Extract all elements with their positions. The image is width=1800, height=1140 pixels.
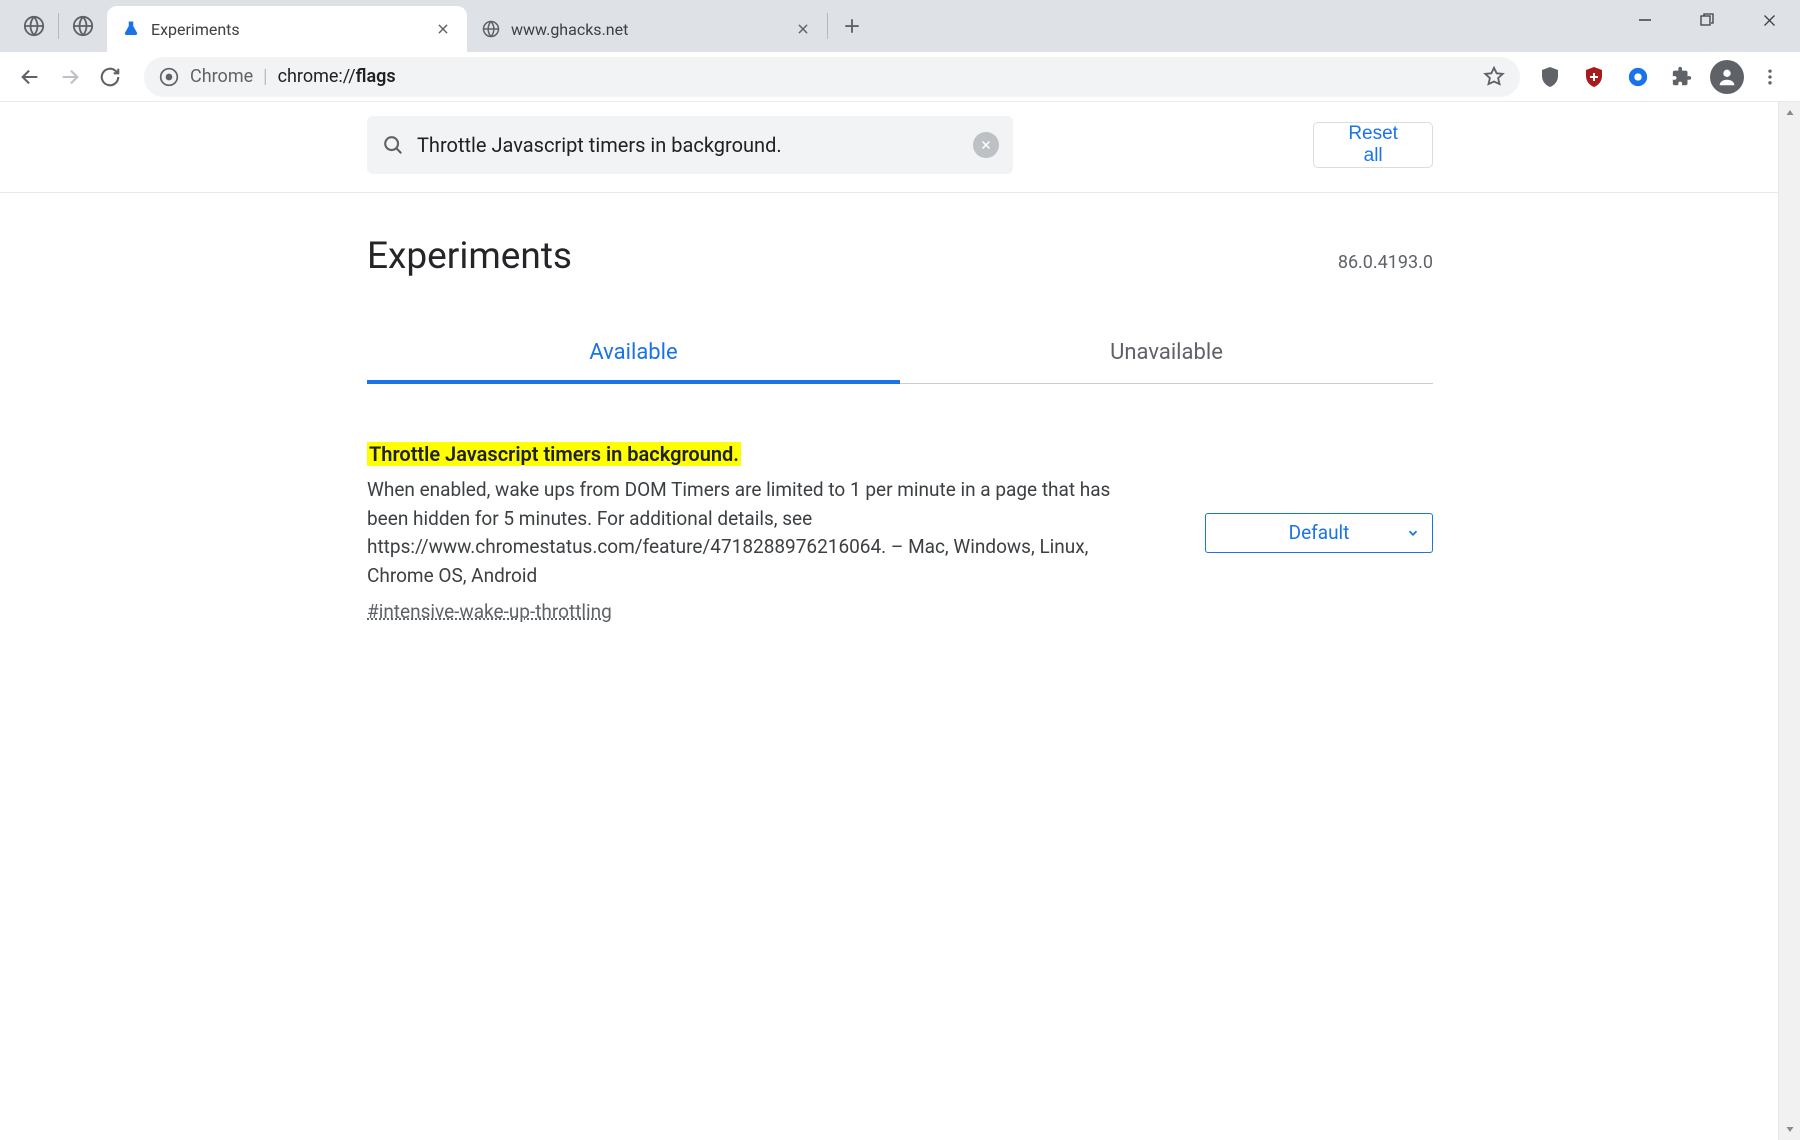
vertical-scrollbar[interactable]	[1778, 102, 1800, 1140]
url-separator: |	[263, 66, 267, 87]
flask-icon	[121, 19, 141, 39]
search-query-text: Throttle Javascript timers in background…	[417, 133, 973, 157]
tab-title: Experiments	[151, 20, 433, 39]
chevron-down-icon	[1406, 526, 1420, 540]
extensions-puzzle-icon[interactable]	[1664, 59, 1700, 95]
bookmark-star-icon[interactable]	[1482, 65, 1506, 89]
tab-title: www.ghacks.net	[511, 20, 793, 39]
url-path-prefix: chrome://	[278, 66, 356, 87]
tab-ghacks[interactable]: www.ghacks.net	[467, 6, 827, 52]
maximize-button[interactable]	[1676, 0, 1738, 40]
tab-available[interactable]: Available	[367, 326, 900, 383]
separator	[827, 13, 828, 39]
flag-state-select[interactable]: Default	[1205, 513, 1433, 553]
minimize-button[interactable]	[1614, 0, 1676, 40]
page-content: Throttle Javascript timers in background…	[0, 102, 1800, 1140]
clear-search-button[interactable]	[973, 132, 999, 158]
tab-unavailable[interactable]: Unavailable	[900, 326, 1433, 383]
flag-description: When enabled, wake ups from DOM Timers a…	[367, 476, 1145, 590]
flag-name: Throttle Javascript timers in background…	[367, 442, 741, 466]
tab-experiments[interactable]: Experiments	[107, 6, 467, 52]
profile-avatar[interactable]	[1710, 60, 1744, 94]
flags-search-input[interactable]: Throttle Javascript timers in background…	[367, 116, 1013, 174]
new-tab-button[interactable]	[832, 6, 872, 46]
search-icon	[381, 133, 405, 157]
reset-all-button[interactable]: Reset all	[1313, 122, 1433, 168]
window-close-button[interactable]	[1738, 0, 1800, 40]
ublock-icon[interactable]	[1532, 59, 1568, 95]
flag-entry: Throttle Javascript timers in background…	[367, 442, 1433, 623]
url-path-emph: flags	[356, 66, 396, 87]
scroll-down-arrow[interactable]	[1779, 1118, 1800, 1140]
chrome-logo-icon	[158, 66, 180, 88]
tab-strip: Experiments www.ghacks.net	[0, 0, 1800, 52]
forward-button[interactable]	[50, 57, 90, 97]
shield-ext-icon[interactable]	[1576, 59, 1612, 95]
scroll-up-arrow[interactable]	[1779, 102, 1800, 124]
menu-button[interactable]	[1750, 57, 1790, 97]
chrome-version-label: 86.0.4193.0	[1338, 252, 1433, 273]
reload-button[interactable]	[90, 57, 130, 97]
tab-close-button[interactable]	[793, 19, 813, 39]
globe-icon	[481, 19, 501, 39]
flag-hash-link[interactable]: #intensive-wake-up-throttling	[367, 600, 612, 623]
tab-close-button[interactable]	[433, 19, 453, 39]
flags-tabs: Available Unavailable	[367, 326, 1433, 384]
flags-search-header: Throttle Javascript timers in background…	[0, 102, 1800, 193]
flag-select-value: Default	[1289, 521, 1350, 544]
url-scheme-label: Chrome	[190, 66, 253, 87]
toolbar: Chrome | chrome://flags	[0, 52, 1800, 102]
back-button[interactable]	[10, 57, 50, 97]
window-globe-icon-1[interactable]	[10, 0, 58, 52]
circle-ext-icon[interactable]	[1620, 59, 1656, 95]
window-globe-icon-2[interactable]	[59, 0, 107, 52]
page-title: Experiments	[367, 235, 572, 278]
window-controls	[1614, 0, 1800, 52]
address-bar[interactable]: Chrome | chrome://flags	[144, 57, 1520, 97]
